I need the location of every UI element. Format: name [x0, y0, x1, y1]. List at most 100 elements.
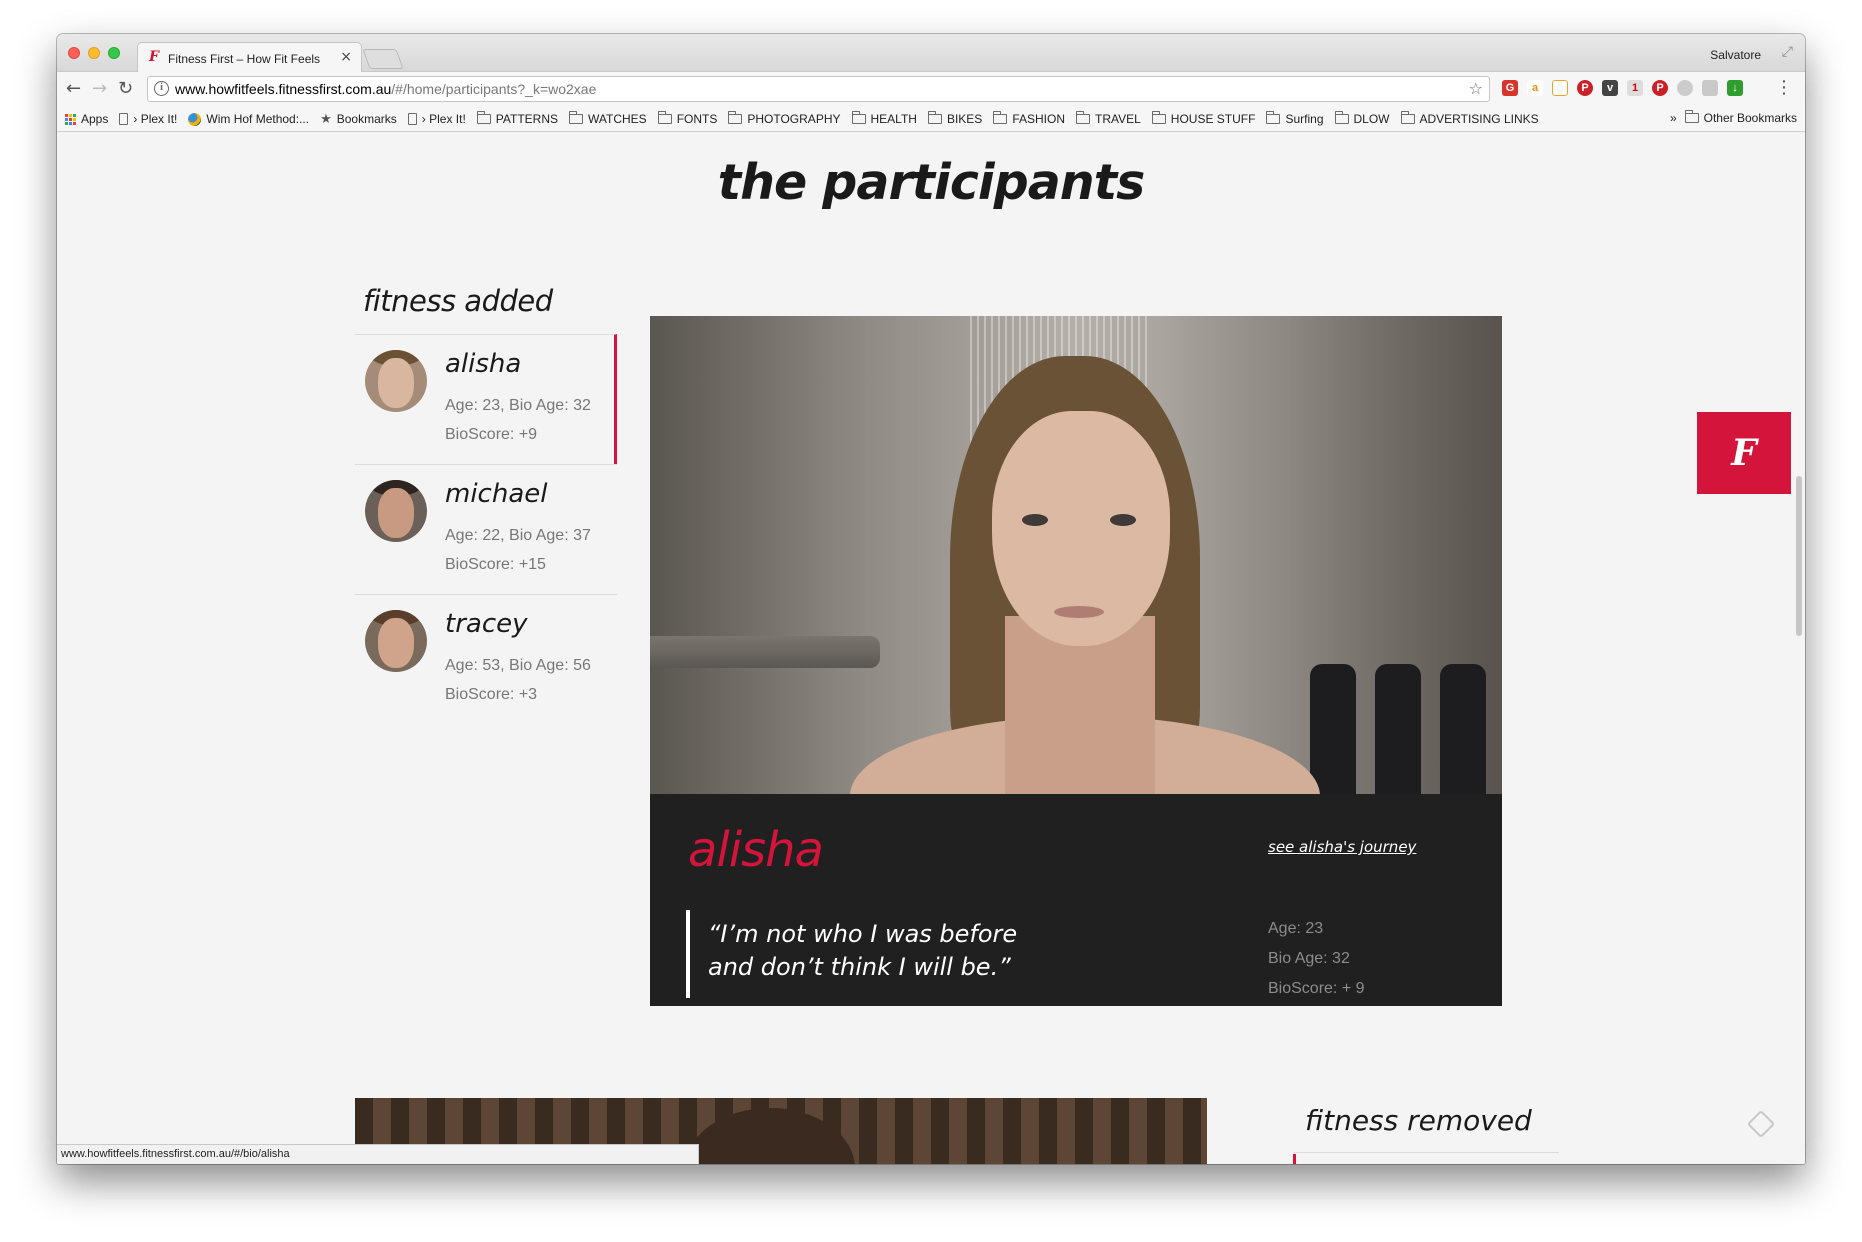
featured-bio-age: Bio Age: 32 — [1268, 950, 1350, 967]
participant-score-line: BioScore: +9 — [445, 426, 538, 443]
bookmark-wim-hof[interactable]: Wim Hof Method:... — [188, 111, 309, 127]
avatar — [365, 350, 427, 412]
bookmark-folder-watches[interactable]: WATCHES — [569, 111, 647, 127]
participant-age-line: Age: 23, Bio Age: 32 — [445, 397, 591, 414]
bookmark-label: DLOW — [1353, 112, 1390, 126]
avatar-face — [378, 488, 414, 538]
bookmark-label: BIKES — [946, 112, 983, 126]
bookmark-folder-patterns[interactable]: PATTERNS — [476, 111, 558, 127]
folder-icon — [569, 111, 584, 124]
info-icon[interactable]: i — [154, 81, 169, 96]
folder-icon — [851, 111, 866, 124]
folder-icon — [1334, 111, 1349, 124]
participant-stats: Age: 23, Bio Age: 32 BioScore: +9 — [445, 391, 591, 449]
participant-stats: Age: 22, Bio Age: 37 BioScore: +15 — [445, 521, 591, 579]
feedback-icon[interactable] — [1746, 1109, 1776, 1139]
folder-icon — [1684, 110, 1699, 123]
avatar — [365, 610, 427, 672]
quote-line: and don’t think I will be.” — [708, 953, 1011, 981]
bookmark-folder-house-stuff[interactable]: HOUSE STUFF — [1151, 111, 1255, 127]
participant-score-line: BioScore: +3 — [445, 686, 538, 703]
participant-name: alisha — [445, 349, 522, 379]
bookmark-label: FONTS — [676, 112, 718, 126]
participant-name: michael — [445, 479, 548, 509]
bookmarks-bar-right: » Other Bookmarks — [1670, 110, 1797, 125]
bookmark-star-icon[interactable]: ☆ — [1469, 79, 1483, 98]
bottle — [1440, 664, 1486, 794]
bookmark-label: › Plex It! — [133, 112, 178, 126]
participant-item-michael[interactable]: michael Age: 22, Bio Age: 37 BioScore: +… — [355, 464, 617, 594]
url-text[interactable]: www.howfitfeels.fitnessfirst.com.au/#/ho… — [175, 81, 596, 97]
window-minimize-button[interactable] — [88, 47, 100, 59]
extension-icons: G a P v 1 P ↓ — [1502, 80, 1743, 96]
notification-extension-icon[interactable]: 1 — [1627, 80, 1643, 96]
bookmark-label: TRAVEL — [1095, 112, 1141, 126]
forward-arrow-icon[interactable]: → — [92, 78, 107, 99]
featured-age: Age: 23 — [1268, 920, 1324, 937]
bookmark-folder-fonts[interactable]: FONTS — [657, 111, 718, 127]
portrait-lips — [1054, 606, 1104, 618]
scrollbar[interactable] — [1793, 132, 1805, 1164]
featured-participant-photo[interactable] — [650, 316, 1502, 794]
bookmark-list: Apps › Plex It! Wim Hof Method:... ★ Boo… — [65, 111, 1539, 127]
see-journey-link[interactable]: see alisha's journey — [1268, 838, 1416, 856]
bookmark-folder-fashion[interactable]: FASHION — [993, 111, 1065, 127]
browser-tab[interactable]: F Fitness First – How Fit Feels × — [137, 42, 362, 73]
fitness-added-heading: fitness added — [363, 284, 553, 318]
bookmark-folder-travel[interactable]: TRAVEL — [1076, 111, 1141, 127]
window-close-button[interactable] — [68, 47, 80, 59]
bookmark-label: ADVERTISING LINKS — [1419, 112, 1539, 126]
download-arrow-icon[interactable]: ↓ — [1727, 80, 1743, 96]
bookmark-label: › Plex It! — [421, 112, 466, 126]
fullscreen-icon[interactable]: ⤢ — [1782, 44, 1793, 60]
back-arrow-icon[interactable]: ← — [66, 78, 81, 99]
bookmark-other-bookmarks[interactable]: Other Bookmarks — [1684, 110, 1797, 125]
document-extension-icon[interactable] — [1552, 80, 1568, 96]
cloud-icon[interactable] — [1677, 80, 1693, 96]
title-bar: F Fitness First – How Fit Feels × Salvat… — [57, 34, 1805, 73]
folder-icon — [927, 111, 942, 124]
profile-name[interactable]: Salvatore — [1710, 48, 1761, 62]
pocket-icon[interactable]: v — [1602, 80, 1618, 96]
bookmark-plex-it-2[interactable]: › Plex It! — [407, 111, 466, 127]
scrollbar-thumb[interactable] — [1796, 476, 1802, 636]
bookmark-folder-photography[interactable]: PHOTOGRAPHY — [728, 111, 841, 127]
bookmark-label: FASHION — [1012, 112, 1065, 126]
extension-adblock-icon[interactable]: G — [1502, 80, 1518, 96]
folder-icon — [657, 111, 672, 124]
portrait-eye — [1022, 514, 1048, 526]
active-marker — [1293, 1154, 1296, 1164]
tab-close-icon[interactable]: × — [340, 49, 352, 65]
reload-icon[interactable]: ↻ — [118, 78, 133, 99]
bookmark-bookmarks[interactable]: ★ Bookmarks — [320, 111, 397, 127]
fitness-first-logo-tab[interactable]: F — [1697, 412, 1791, 494]
bookmark-apps[interactable]: Apps — [65, 111, 108, 127]
window-maximize-button[interactable] — [108, 47, 120, 59]
page-icon — [119, 113, 129, 125]
bookmark-folder-dlow[interactable]: DLOW — [1334, 111, 1390, 127]
bookmarks-overflow-chevron-icon[interactable]: » — [1670, 111, 1677, 125]
bookmark-folder-advertising-links[interactable]: ADVERTISING LINKS — [1400, 111, 1539, 127]
participant-name: tracey — [445, 609, 528, 639]
tab-title: Fitness First – How Fit Feels — [168, 52, 321, 66]
participant-stats: Age: 53, Bio Age: 56 BioScore: +3 — [445, 651, 591, 709]
dropbox-icon[interactable] — [1702, 80, 1718, 96]
participant-age-line: Age: 22, Bio Age: 37 — [445, 527, 591, 544]
url-host: www.howfitfeels.fitnessfirst.com.au — [175, 81, 392, 97]
bookmark-plex-it[interactable]: › Plex It! — [119, 111, 177, 127]
bookmark-folder-bikes[interactable]: BIKES — [927, 111, 983, 127]
pinterest-icon[interactable]: P — [1577, 80, 1593, 96]
bookmark-label: Surfing — [1285, 112, 1324, 126]
bookmark-folder-surfing[interactable]: Surfing — [1266, 111, 1324, 127]
amazon-icon[interactable]: a — [1527, 80, 1543, 96]
participant-item-alisha[interactable]: alisha Age: 23, Bio Age: 32 BioScore: +9 — [355, 334, 617, 464]
pinterest-save-icon[interactable]: P — [1652, 80, 1668, 96]
address-bar[interactable]: i www.howfitfeels.fitnessfirst.com.au/#/… — [147, 76, 1490, 102]
bookmark-folder-health[interactable]: HEALTH — [851, 111, 917, 127]
bookmark-label: Bookmarks — [336, 112, 397, 126]
participant-item-tracey[interactable]: tracey Age: 53, Bio Age: 56 BioScore: +3 — [355, 594, 617, 724]
browser-menu-icon[interactable]: ⋮ — [1775, 77, 1793, 98]
participant-age-line: Age: 53, Bio Age: 56 — [445, 657, 591, 674]
fitness-first-logo-icon: F — [1731, 432, 1757, 474]
new-tab-button[interactable] — [362, 49, 404, 69]
